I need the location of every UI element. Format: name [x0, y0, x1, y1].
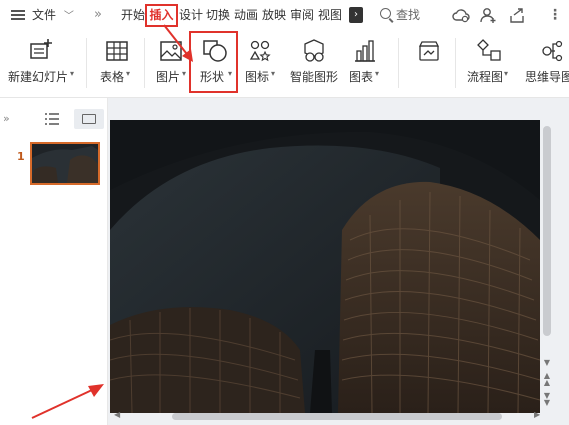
scroll-down-icon[interactable]: ▼	[542, 358, 552, 367]
slide-canvas[interactable]	[110, 120, 540, 413]
table-label: 表格	[100, 70, 125, 84]
online-resource-icon	[418, 41, 440, 61]
search-button[interactable]: 查找	[380, 5, 440, 25]
chart-button[interactable]: 图表 ▾	[347, 30, 385, 96]
slide-number: 1	[17, 150, 25, 163]
scroll-right-icon[interactable]: ▶	[534, 410, 540, 419]
new-slide-button[interactable]: 新建幻灯片 ▾	[6, 30, 76, 96]
cloud-sync-icon[interactable]	[452, 6, 470, 24]
thumbnail-view-tab[interactable]	[74, 109, 104, 129]
tabs-scroll-right-icon[interactable]: ›	[349, 7, 363, 23]
slide-thumbnail-image	[32, 144, 98, 183]
flowchart-button[interactable]: 流程图 ▾	[464, 30, 510, 96]
mindmap-label: 思维导图	[525, 70, 569, 84]
vertical-scrollbar[interactable]: ▼ ▲ ▲ ▼ ▼	[541, 120, 553, 410]
table-icon	[106, 41, 128, 61]
hamburger-menu-icon[interactable]	[11, 10, 25, 20]
dropdown-arrow-icon: ▾	[375, 69, 380, 78]
tab-animation[interactable]: 动画	[234, 0, 258, 30]
tab-view[interactable]: 视图	[318, 0, 342, 30]
search-icon	[380, 8, 391, 19]
smartart-icon	[304, 39, 324, 62]
tab-slideshow[interactable]: 放映	[262, 0, 286, 30]
slide-photo	[110, 120, 540, 413]
new-slide-icon	[30, 39, 52, 59]
insert-ribbon: 新建幻灯片 ▾ 表格 ▾ 图片 ▾ 形状 ▾ 图标 ▾ 智能图形 图表 ▾ 流程…	[0, 30, 569, 98]
expand-tabs-icon[interactable]: »	[94, 0, 102, 30]
horizontal-scrollbar[interactable]: ◀ ▶	[110, 410, 550, 422]
dropdown-arrow-icon: ▾	[70, 69, 75, 78]
chevron-down-icon: ﹀	[63, 11, 74, 22]
next-slide-icon[interactable]: ▼ ▼	[542, 392, 552, 407]
flowchart-label: 流程图	[467, 70, 504, 84]
tab-review[interactable]: 审阅	[290, 0, 314, 30]
icons-button[interactable]: 图标 ▾	[243, 30, 279, 96]
more-options-icon[interactable]: ⋮	[548, 0, 562, 30]
outline-view-icon[interactable]	[44, 112, 60, 126]
flowchart-icon	[477, 39, 501, 61]
tab-home[interactable]: 开始	[121, 0, 145, 30]
chart-icon	[355, 40, 375, 62]
dropdown-arrow-icon: ▾	[126, 69, 131, 78]
menu-bar: 文件 ﹀ » 开始 插入 设计 切换 动画 放映 审阅 视图 › 查找 ⋮	[0, 0, 569, 30]
table-button[interactable]: 表格 ▾	[98, 30, 136, 96]
add-user-icon[interactable]	[479, 6, 497, 24]
slide-thumbnail[interactable]	[30, 142, 100, 185]
icons-icon	[249, 40, 271, 62]
ribbon-divider	[144, 38, 145, 88]
picture-label: 图片	[156, 70, 181, 84]
icons-label: 图标	[245, 70, 270, 84]
smartart-button[interactable]: 智能图形	[288, 30, 340, 96]
dropdown-arrow-icon: ▾	[271, 69, 276, 78]
scroll-left-icon[interactable]: ◀	[114, 410, 120, 419]
expand-panel-icon[interactable]: »	[3, 112, 10, 125]
online-resource-button[interactable]	[410, 30, 450, 96]
vertical-scrollbar-thumb[interactable]	[543, 126, 551, 336]
smartart-label: 智能图形	[290, 70, 339, 84]
ribbon-divider	[86, 38, 87, 88]
dropdown-arrow-icon: ▾	[182, 69, 187, 78]
search-label: 查找	[396, 8, 421, 22]
annotation-arrow	[163, 24, 193, 62]
file-menu-label: 文件	[32, 8, 57, 22]
slide-thumbnail-icon	[82, 114, 96, 124]
share-icon[interactable]	[508, 6, 526, 24]
tab-transition[interactable]: 切换	[206, 0, 230, 30]
slide-editing-area	[108, 98, 569, 425]
annotation-arrow	[31, 384, 104, 419]
chart-label: 图表	[349, 70, 374, 84]
ribbon-divider	[398, 38, 399, 88]
dropdown-arrow-icon: ▾	[504, 69, 509, 78]
mindmap-icon	[542, 40, 563, 62]
previous-slide-icon[interactable]: ▲ ▲	[542, 372, 552, 387]
ribbon-divider	[455, 38, 456, 88]
file-menu[interactable]: 文件 ﹀	[32, 0, 74, 30]
new-slide-label: 新建幻灯片	[8, 70, 69, 84]
mindmap-button[interactable]: 思维导图	[518, 30, 569, 96]
slides-panel: » 1	[0, 98, 108, 425]
horizontal-scrollbar-thumb[interactable]	[172, 413, 502, 420]
